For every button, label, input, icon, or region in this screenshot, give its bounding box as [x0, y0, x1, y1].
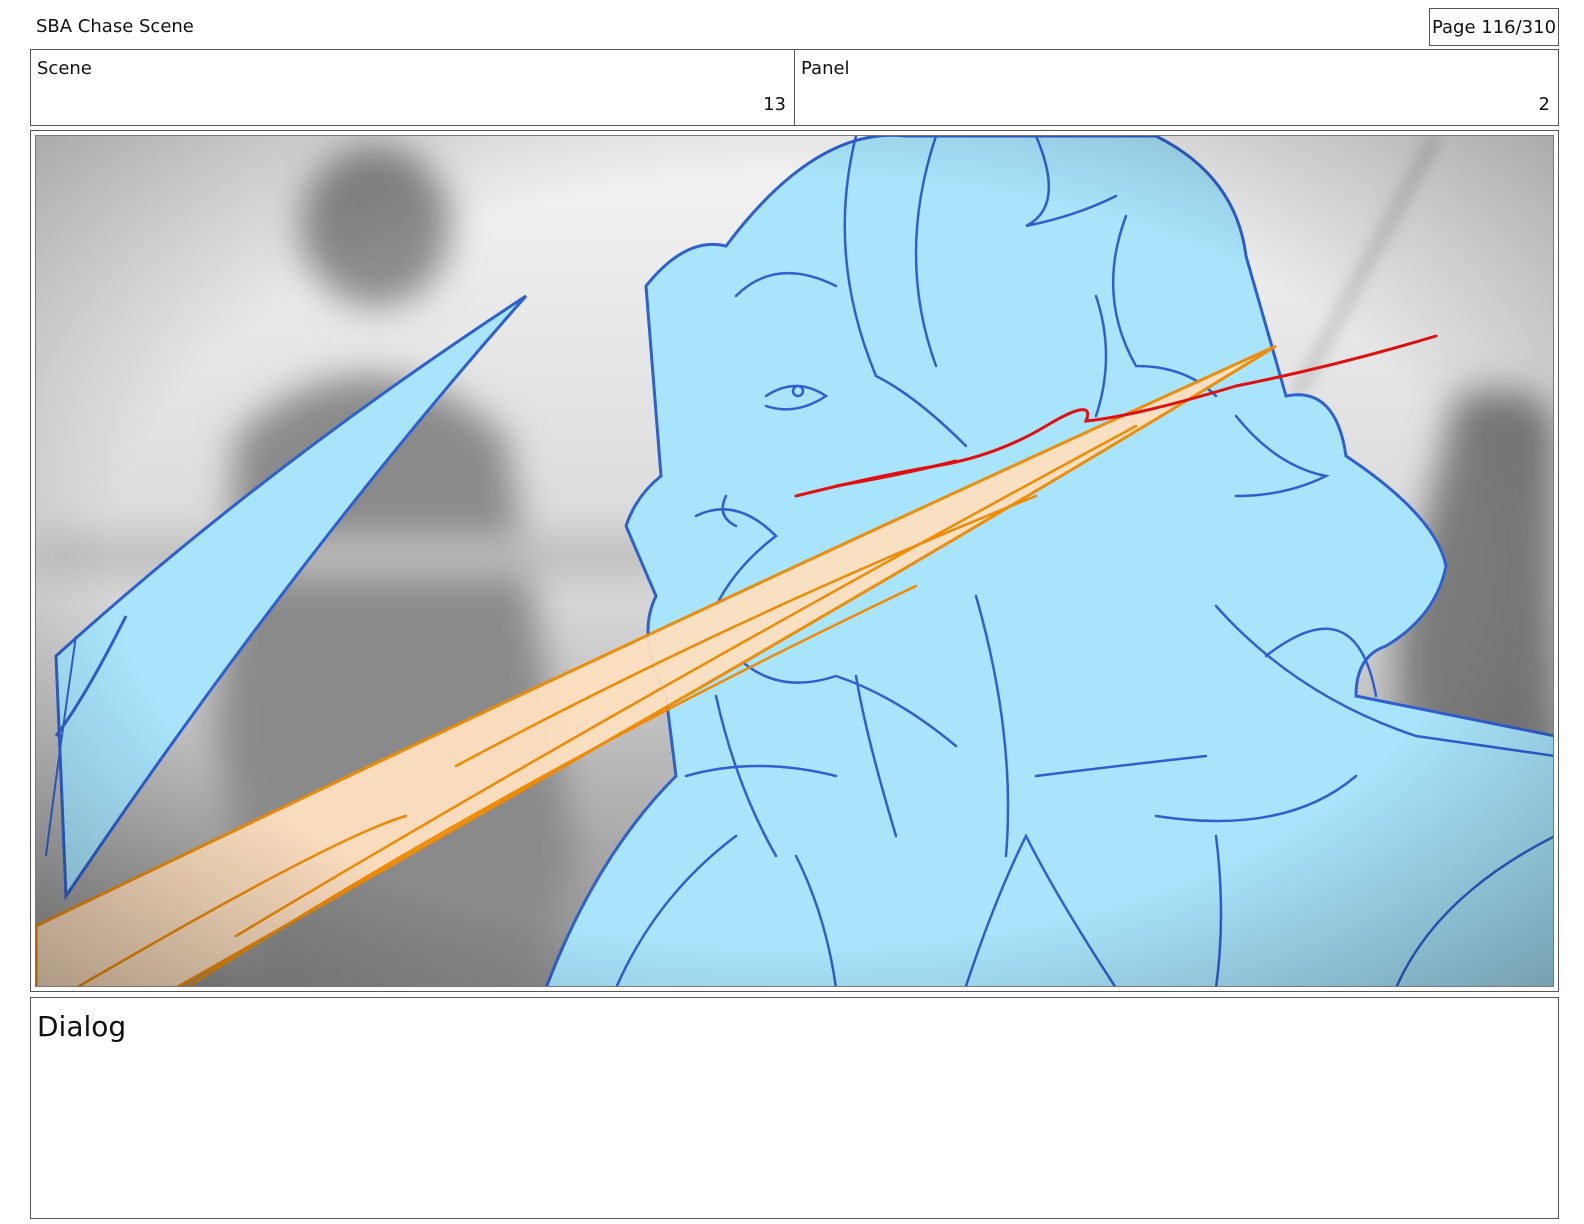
storyboard-frame [30, 130, 1559, 992]
storyboard-image [35, 135, 1554, 987]
scene-panel-row: Scene 13 Panel 2 [30, 49, 1559, 126]
scene-number: 13 [763, 94, 786, 115]
document-title: SBA Chase Scene [36, 16, 194, 37]
panel-number: 2 [1538, 94, 1550, 115]
scene-cell: Scene 13 [31, 50, 794, 125]
dialog-box[interactable]: Dialog [30, 997, 1559, 1219]
dialog-label: Dialog [37, 1010, 127, 1043]
scene-label: Scene [37, 58, 92, 79]
panel-cell: Panel 2 [794, 50, 1558, 125]
storyboard-sketch-icon [36, 136, 1553, 986]
page-indicator: Page 116/310 [1429, 8, 1559, 46]
panel-label: Panel [801, 58, 850, 79]
